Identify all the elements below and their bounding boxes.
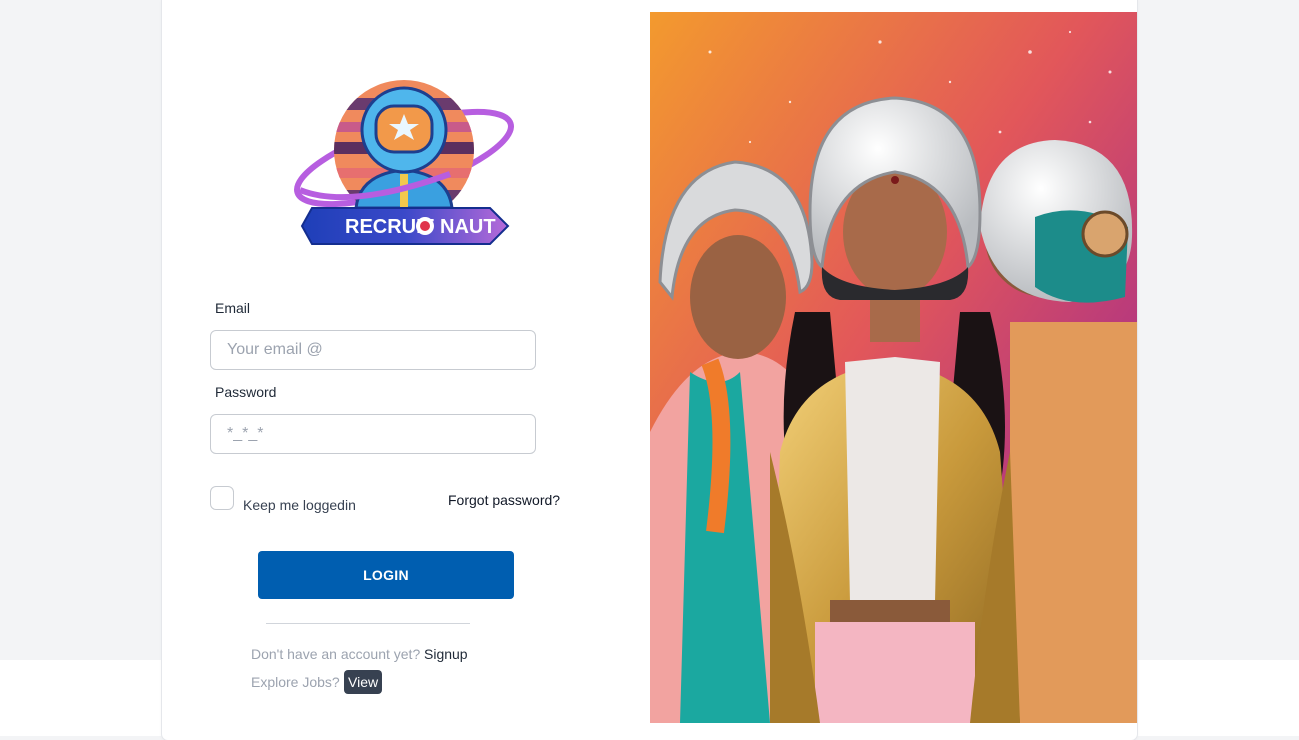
recruitonaut-logo: RECRUIT NAUT [290,78,520,248]
login-button[interactable]: LOGIN [258,551,514,599]
email-input[interactable] [210,330,536,370]
keep-logged-in-checkbox[interactable] [210,486,234,510]
no-account-text: Don't have an account yet? [251,646,421,662]
password-input[interactable] [210,414,536,454]
hero-illustration [650,12,1137,723]
view-jobs-button[interactable]: View [344,670,383,694]
password-label: Password [215,384,277,400]
keep-logged-in-label: Keep me loggedin [243,497,356,513]
signup-link[interactable]: Signup [424,646,468,662]
divider [266,623,470,624]
hero-image [650,12,1137,723]
email-label: Email [215,300,251,316]
logo-text-right: NAUT [440,216,496,238]
logo-graphic: RECRUIT NAUT [294,80,514,245]
explore-jobs-text: Explore Jobs? [251,674,340,690]
forgot-password-link[interactable]: Forgot password? [448,492,560,508]
